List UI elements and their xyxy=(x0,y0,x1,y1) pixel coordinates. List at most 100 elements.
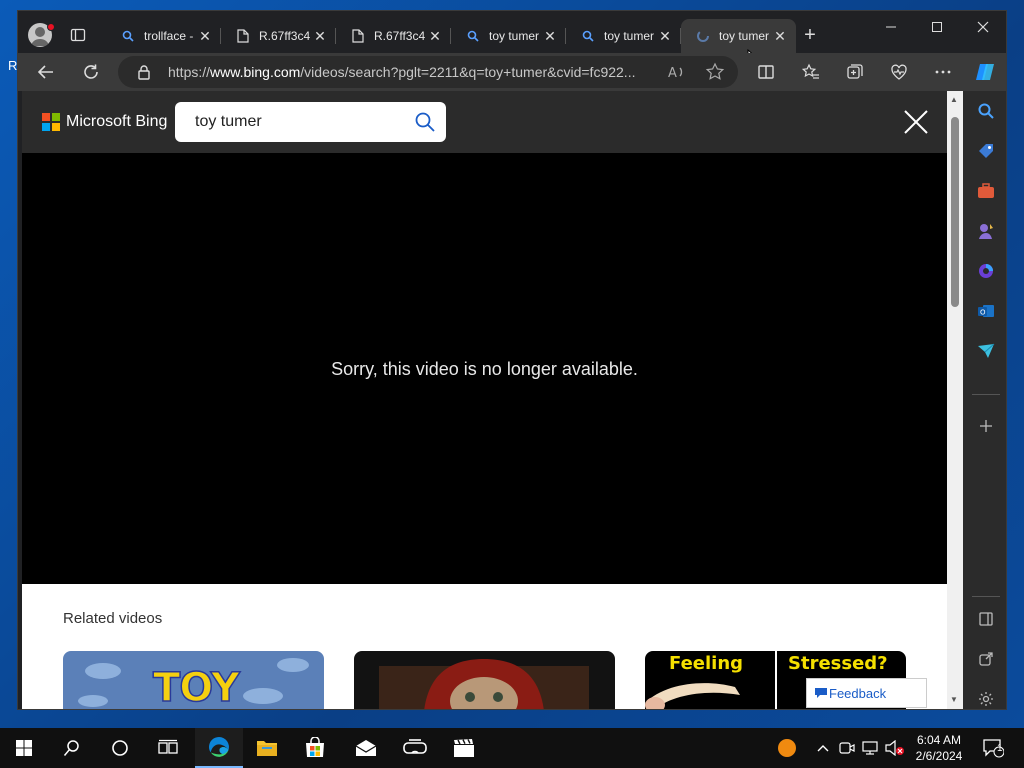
sidebar-divider xyxy=(972,394,1000,395)
favorites-icon[interactable] xyxy=(799,60,823,84)
search-icon[interactable] xyxy=(414,111,436,133)
related-video-thumbnail-2[interactable] xyxy=(354,651,615,709)
url-path: /videos/search?pglt=2211&q=toy+tumer&cvi… xyxy=(300,64,636,80)
collections-icon[interactable] xyxy=(843,60,867,84)
file-explorer-folder-icon[interactable] xyxy=(243,728,291,768)
browser-essentials-icon[interactable] xyxy=(887,60,911,84)
windows-start-icon[interactable] xyxy=(0,728,48,768)
sidebar-games-icon[interactable] xyxy=(976,221,996,241)
close-tab-icon[interactable]: ✕ xyxy=(312,28,328,44)
sidebar-settings-gear-icon[interactable] xyxy=(976,689,996,709)
close-tab-icon[interactable]: ✕ xyxy=(427,28,443,44)
refresh-icon[interactable] xyxy=(79,60,103,84)
close-tab-icon[interactable]: ✕ xyxy=(657,28,673,44)
tab-toy-tumer-1[interactable]: toy tumer ✕ xyxy=(451,19,566,53)
sidebar-drop-send-icon[interactable] xyxy=(976,341,996,361)
tray-orange-app-icon[interactable] xyxy=(773,728,801,768)
search-input[interactable]: toy tumer xyxy=(195,113,262,131)
scroll-down-arrow-icon[interactable]: ▼ xyxy=(950,695,958,704)
feedback-label: Feedback xyxy=(829,685,887,701)
close-window-button[interactable] xyxy=(960,11,1006,43)
sidebar-search-icon[interactable] xyxy=(976,101,996,121)
bing-search-icon xyxy=(580,28,596,44)
tab-actions-icon[interactable] xyxy=(68,25,88,45)
sidebar-tools-briefcase-icon[interactable] xyxy=(976,181,996,201)
show-hidden-icons-chevron-up-icon[interactable] xyxy=(812,728,834,768)
url-prefix: https:// xyxy=(168,64,211,80)
feedback-button[interactable]: Feedback xyxy=(806,678,927,708)
cortana-circle-icon[interactable] xyxy=(96,728,144,768)
tab-image-2[interactable]: R.67ff3c4 ✕ xyxy=(336,19,451,53)
tab-toy-tumer-active[interactable]: toy tumer ✕ xyxy=(681,19,796,53)
video-editor-clapper-icon[interactable] xyxy=(440,728,488,768)
close-tab-icon[interactable]: ✕ xyxy=(772,28,788,44)
microsoft-store-icon[interactable] xyxy=(291,728,339,768)
favorite-star-icon[interactable] xyxy=(705,62,725,87)
minimize-button[interactable] xyxy=(868,11,914,43)
maximize-button[interactable] xyxy=(914,11,960,43)
page-scrollbar[interactable]: ▲ ▼ xyxy=(947,91,963,709)
back-arrow-icon[interactable] xyxy=(34,60,58,84)
windows-taskbar: 6:04 AM 2/6/2024 1 xyxy=(0,728,1024,768)
thumbnail-caption-feeling: Feeling xyxy=(669,653,744,674)
edge-browser-icon[interactable] xyxy=(195,728,243,768)
file-icon xyxy=(235,28,251,44)
video-unavailable-message: Sorry, this video is no longer available… xyxy=(331,359,638,379)
sidebar-external-link-icon[interactable] xyxy=(976,649,996,669)
bing-brand[interactable]: Microsoft Bing xyxy=(66,113,167,131)
tab-image-1[interactable]: R.67ff3c4 ✕ xyxy=(221,19,336,53)
notification-count: 1 xyxy=(997,743,1003,754)
related-video-thumbnail-1[interactable]: TOY xyxy=(63,651,324,709)
address-bar[interactable]: https://www.bing.com/videos/search?pglt=… xyxy=(118,56,738,88)
split-screen-icon[interactable] xyxy=(754,60,778,84)
scrollbar-thumb[interactable] xyxy=(951,117,959,307)
sidebar-microsoft365-icon[interactable] xyxy=(976,261,996,281)
search-icon[interactable] xyxy=(48,728,96,768)
microsoft-logo-icon[interactable] xyxy=(42,113,60,131)
sidebar-add-icon[interactable] xyxy=(976,416,996,436)
mixed-reality-headset-icon[interactable] xyxy=(391,728,439,768)
thumbnail-caption-stressed: Stressed? xyxy=(788,653,888,674)
sidebar-shopping-tag-icon[interactable] xyxy=(976,141,996,161)
meet-now-icon[interactable] xyxy=(837,728,857,768)
tab-toy-tumer-2[interactable]: toy tumer ✕ xyxy=(566,19,681,53)
video-player[interactable]: Sorry, this video is no longer available… xyxy=(22,153,947,584)
desktop-icon-label[interactable]: R xyxy=(8,58,17,73)
tab-title: toy tumer xyxy=(489,29,540,43)
profile-notification-dot xyxy=(47,23,55,31)
read-aloud-icon[interactable]: A xyxy=(666,62,686,87)
tab-trollface[interactable]: trollface - ✕ xyxy=(106,19,221,53)
close-video-icon[interactable] xyxy=(902,108,930,136)
new-tab-button[interactable]: + xyxy=(800,25,820,45)
clock-date: 2/6/2024 xyxy=(915,749,963,763)
system-clock[interactable]: 6:04 AM 2/6/2024 xyxy=(906,732,972,764)
url-domain: www.bing.com xyxy=(210,64,301,80)
tab-strip: trollface - ✕ R.67ff3c4 ✕ R.67ff3c4 ✕ to… xyxy=(106,19,796,53)
action-center-notification-icon[interactable]: 1 xyxy=(978,728,1008,768)
bing-video-page: Microsoft Bing toy tumer Sorry, this vid… xyxy=(22,91,947,709)
close-tab-icon[interactable]: ✕ xyxy=(197,28,213,44)
sidebar-hide-pane-icon[interactable] xyxy=(976,609,996,629)
network-icon[interactable] xyxy=(860,728,882,768)
close-tab-icon[interactable]: ✕ xyxy=(542,28,558,44)
copilot-icon[interactable] xyxy=(973,60,997,84)
volume-muted-icon[interactable] xyxy=(884,728,906,768)
tab-title: toy tumer xyxy=(719,29,770,43)
address-url[interactable]: https://www.bing.com/videos/search?pglt=… xyxy=(168,64,635,80)
edge-sidebar: O xyxy=(963,91,1006,709)
task-view-icon[interactable] xyxy=(144,728,192,768)
feedback-icon xyxy=(815,688,827,698)
more-options-icon[interactable] xyxy=(931,60,955,84)
bing-search-icon xyxy=(465,28,481,44)
clock-time: 6:04 AM xyxy=(916,733,962,747)
tab-bar: trollface - ✕ R.67ff3c4 ✕ R.67ff3c4 ✕ to… xyxy=(18,11,1006,67)
tab-title: R.67ff3c4 xyxy=(259,29,311,43)
mail-icon[interactable] xyxy=(342,728,390,768)
loading-spinner-icon xyxy=(695,28,711,44)
sidebar-outlook-icon[interactable]: O xyxy=(976,301,996,321)
search-box[interactable]: toy tumer xyxy=(175,102,446,142)
lock-icon[interactable] xyxy=(136,64,152,80)
svg-text:A: A xyxy=(668,66,677,81)
scroll-up-arrow-icon[interactable]: ▲ xyxy=(950,95,958,104)
related-videos-heading: Related videos xyxy=(63,610,163,627)
